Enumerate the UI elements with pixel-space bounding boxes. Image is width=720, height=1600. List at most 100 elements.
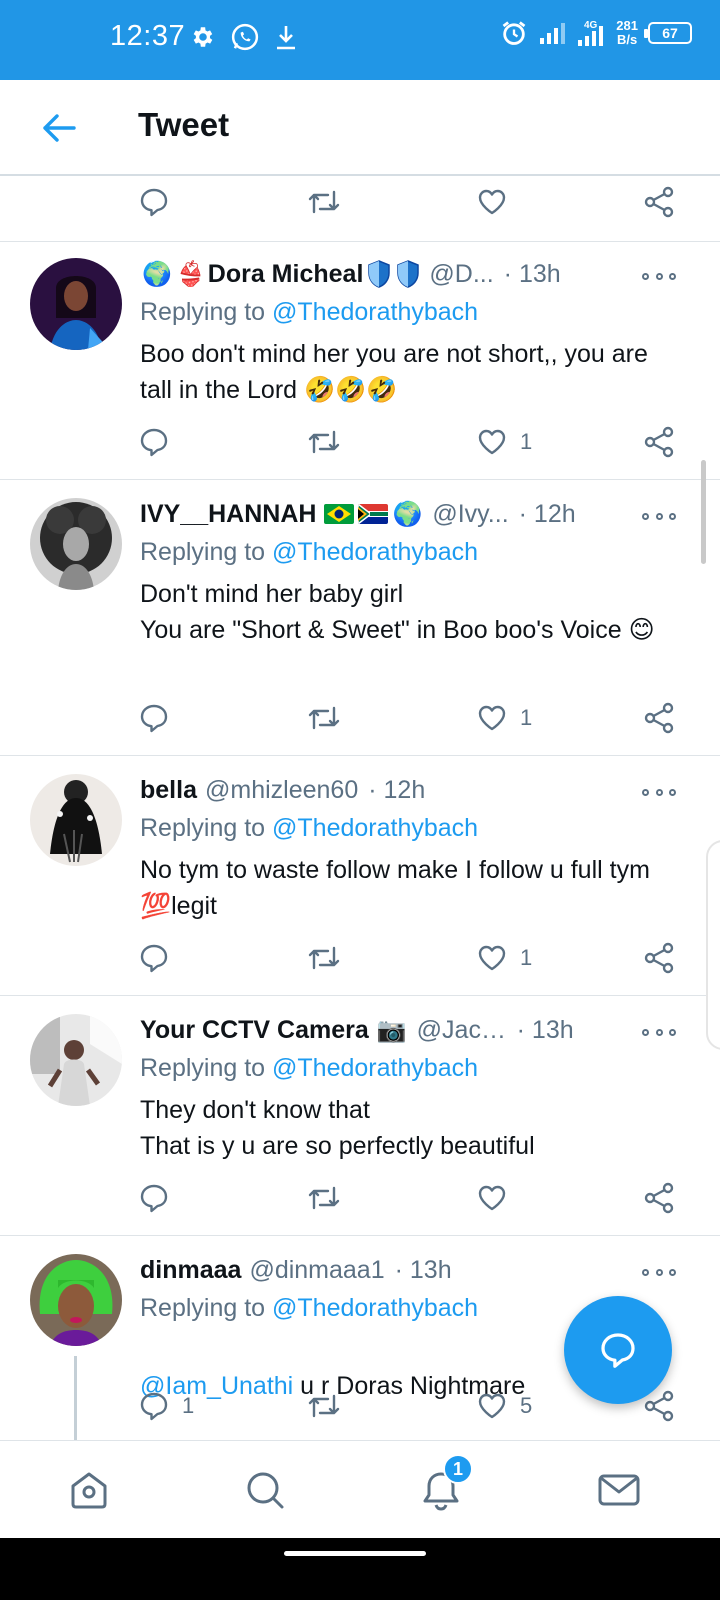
retweet-button[interactable] [306, 182, 342, 222]
thread-connector-line [74, 1356, 77, 1440]
heart-icon [478, 189, 506, 215]
whatsapp-icon [231, 23, 259, 51]
like-button[interactable]: 1 [476, 698, 532, 738]
status-right-icons: 4G 281 B/s 67 [500, 18, 692, 48]
avatar[interactable] [30, 774, 122, 866]
user-handle[interactable]: @dinmaaa1 [249, 1256, 384, 1285]
avatar[interactable] [30, 258, 122, 350]
retweet-button[interactable] [306, 1386, 342, 1426]
replying-mention[interactable]: @Thedorathybach [272, 298, 478, 326]
share-button[interactable] [642, 698, 676, 738]
more-options-button[interactable] [642, 506, 676, 526]
signal-icon [540, 23, 566, 44]
avatar[interactable] [30, 498, 122, 590]
avatar[interactable] [30, 1014, 122, 1106]
heart-icon [478, 429, 506, 455]
share-button[interactable] [642, 422, 676, 462]
heart-icon [478, 945, 506, 971]
heart-icon [478, 1185, 506, 1211]
network-speed-value: 281 [616, 18, 638, 33]
retweet-button[interactable] [306, 938, 342, 978]
avatar[interactable] [30, 1254, 122, 1346]
display-name[interactable]: Your CCTV Camera [140, 1016, 369, 1045]
bikini-emoji: 👙 [175, 260, 206, 288]
south-africa-flag-icon [358, 504, 389, 524]
user-handle[interactable]: @Jack... [417, 1016, 507, 1045]
tweet-header: dinmaaa @dinmaaa1 · 13h [140, 1252, 630, 1288]
reply-icon [140, 1392, 168, 1421]
user-handle[interactable]: @mhizleen60 [205, 776, 358, 805]
tweet-text: Boo don't mind her you are not short,, y… [140, 340, 648, 404]
more-options-button[interactable] [642, 1022, 676, 1042]
status-left-icons [190, 22, 298, 52]
settings-icon [193, 27, 213, 47]
display-name[interactable]: IVY__HANNAH [140, 500, 316, 529]
battery-indicator: 67 [644, 22, 692, 44]
tweet-header: Your CCTV Camera 📷 @Jack... · 13h [140, 1012, 630, 1048]
reply-tweet[interactable]: 🌍 👙 Dora Micheal @D... · 13h Replying to… [0, 242, 720, 480]
more-options-button[interactable] [642, 782, 676, 802]
tweet-time: · 13h [516, 1015, 574, 1044]
edge-panel-handle[interactable] [706, 840, 720, 1050]
retweet-icon [308, 430, 340, 454]
nav-search[interactable] [240, 1465, 290, 1515]
tweet-header: IVY__HANNAH 🌍 @Ivy... · 12h [140, 496, 630, 532]
reply-icon [140, 428, 168, 457]
display-name[interactable]: bella [140, 776, 197, 805]
retweet-button[interactable] [306, 422, 342, 462]
share-button[interactable] [642, 1178, 676, 1218]
replying-to: Replying to @Thedorathybach [140, 538, 478, 567]
shield-icon [397, 260, 420, 288]
compose-reply-button[interactable] [564, 1296, 672, 1404]
back-button[interactable] [36, 106, 80, 150]
reply-button[interactable] [138, 182, 170, 222]
reply-tweet[interactable]: bella @mhizleen60 · 12h Replying to @The… [0, 756, 720, 996]
share-button[interactable] [642, 938, 676, 978]
replying-mention[interactable]: @Thedorathybach [272, 1294, 478, 1322]
scrollbar-thumb[interactable] [701, 460, 706, 564]
reply-icon [140, 188, 168, 217]
network-speed-unit: B/s [617, 32, 638, 47]
reply-button[interactable] [138, 1178, 182, 1218]
replying-label: Replying to [140, 1294, 266, 1322]
retweet-button[interactable] [306, 1178, 342, 1218]
home-gesture-pill[interactable] [284, 1551, 426, 1556]
retweet-button[interactable] [306, 698, 342, 738]
reply-tweet[interactable]: Your CCTV Camera 📷 @Jack... · 13h Replyi… [0, 996, 720, 1236]
like-button[interactable]: 1 [476, 422, 532, 462]
more-options-button[interactable] [642, 266, 676, 286]
tweet-text: No tym to waste follow make I follow u f… [140, 856, 650, 920]
reply-button[interactable] [138, 938, 182, 978]
reply-tweet[interactable]: IVY__HANNAH 🌍 @Ivy... · 12h Replying to … [0, 480, 720, 756]
tweet-action-bar: 1 [138, 938, 698, 978]
svg-text:4G: 4G [584, 20, 598, 31]
replying-label: Replying to [140, 538, 266, 566]
more-options-button[interactable] [642, 1262, 676, 1282]
reply-button[interactable] [138, 422, 182, 462]
display-name[interactable]: dinmaaa [140, 1256, 241, 1285]
replying-mention[interactable]: @Thedorathybach [272, 814, 478, 842]
like-button[interactable] [476, 1178, 520, 1218]
previous-tweet-actions [0, 178, 720, 242]
user-handle[interactable]: @D... [429, 260, 493, 289]
replying-mention[interactable]: @Thedorathybach [272, 538, 478, 566]
like-button[interactable] [476, 182, 508, 222]
replying-to: Replying to @Thedorathybach [140, 814, 478, 843]
share-button[interactable] [642, 182, 676, 222]
reply-button[interactable] [138, 698, 182, 738]
share-icon [644, 942, 674, 974]
messages-icon [598, 1474, 640, 1506]
nav-home[interactable] [64, 1465, 114, 1515]
reply-button[interactable]: 1 [138, 1386, 194, 1426]
notification-badge: 1 [443, 1454, 473, 1484]
user-handle[interactable]: @Ivy... [432, 500, 508, 529]
tweet-header: bella @mhizleen60 · 12h [140, 772, 630, 808]
like-button[interactable]: 5 [476, 1386, 532, 1426]
nav-messages[interactable] [594, 1465, 644, 1515]
retweet-icon [308, 1394, 340, 1418]
like-button[interactable]: 1 [476, 938, 532, 978]
replying-mention[interactable]: @Thedorathybach [272, 1054, 478, 1082]
network-speed: 281 B/s [616, 19, 638, 47]
like-count: 1 [520, 945, 533, 970]
display-name[interactable]: Dora Micheal [208, 260, 364, 289]
